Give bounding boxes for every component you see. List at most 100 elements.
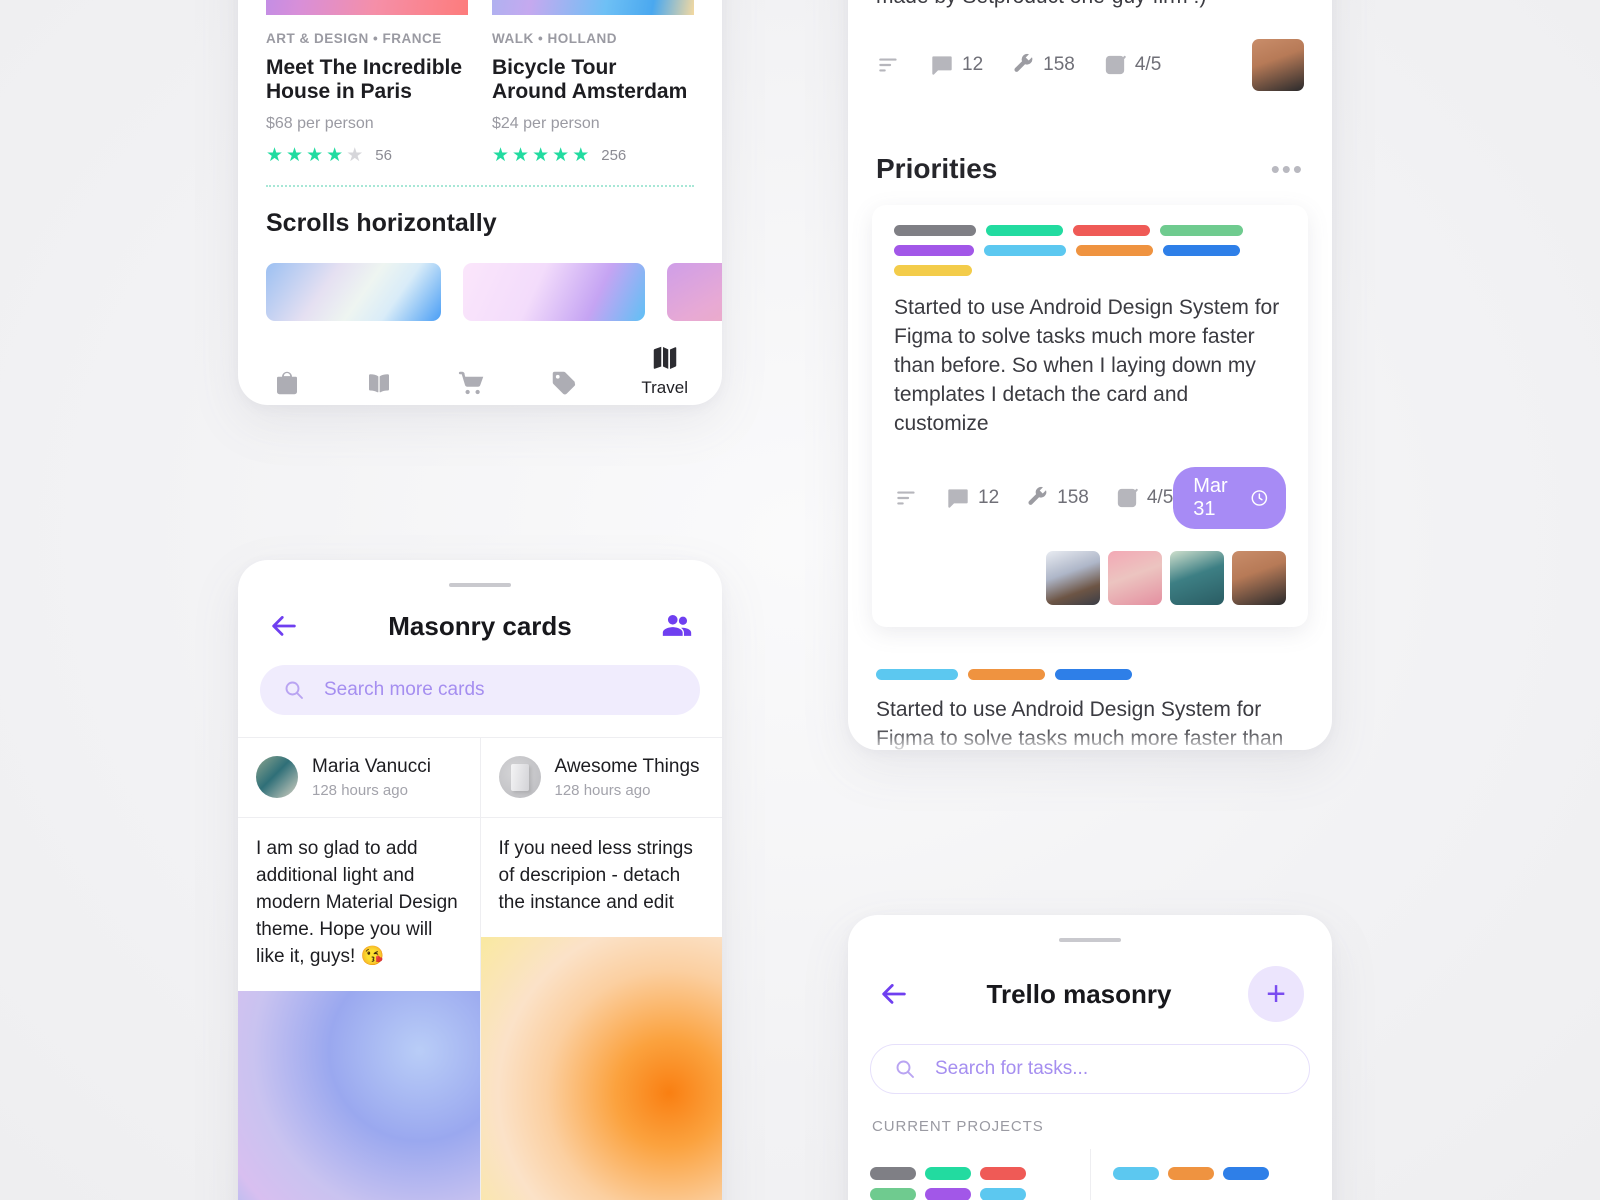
nav-item-book[interactable] bbox=[364, 368, 394, 398]
travel-card-rating: ★ ★ ★ ★ ★ 256 bbox=[492, 146, 694, 165]
masonry-card-header[interactable]: Awesome Things 128 hours ago bbox=[480, 738, 722, 818]
tag-chip bbox=[1076, 245, 1153, 256]
trello-card-tags bbox=[870, 1167, 1068, 1200]
priority-card-tags bbox=[876, 668, 1304, 680]
masonry-card-image bbox=[480, 936, 722, 1200]
tag-icon bbox=[552, 371, 576, 395]
screenshot-canvas: ART & DESIGN • FRANCE Meet The Incredibl… bbox=[0, 0, 1600, 1200]
tag-chip bbox=[1167, 1167, 1214, 1180]
tag-chip bbox=[984, 245, 1066, 256]
trello-column[interactable] bbox=[848, 1149, 1090, 1200]
travel-card-category: WALK • HOLLAND bbox=[492, 31, 617, 46]
trello-search-placeholder: Search for tasks... bbox=[935, 1058, 1089, 1079]
avatar bbox=[256, 756, 298, 799]
wrench-icon bbox=[1014, 53, 1033, 72]
tag-chip bbox=[894, 245, 974, 256]
tools-meta: 158 bbox=[1010, 52, 1075, 78]
clock-icon bbox=[1251, 490, 1268, 506]
search-icon bbox=[896, 1060, 914, 1078]
comment-icon bbox=[932, 56, 952, 75]
avatar bbox=[498, 756, 541, 799]
avatar[interactable] bbox=[1232, 550, 1286, 605]
masonry-search-placeholder: Search more cards bbox=[324, 679, 485, 700]
travel-card[interactable]: ART & DESIGN • FRANCE Meet The Incredibl… bbox=[266, 0, 468, 165]
avatar[interactable] bbox=[1046, 550, 1100, 605]
masonry-page-title: Masonry cards bbox=[388, 610, 572, 641]
scroll-thumbnail[interactable] bbox=[667, 262, 722, 321]
travel-card-title: Bicycle Tour Around Amsterdam bbox=[492, 56, 688, 103]
people-icon[interactable] bbox=[660, 609, 694, 643]
priority-card-body: Started to use Android Design System for… bbox=[894, 296, 1280, 435]
travel-card-category: ART & DESIGN • FRANCE bbox=[266, 31, 442, 46]
priorities-quote: made by Setproduct one-guy-firm :) bbox=[848, 0, 1332, 9]
tag-chip bbox=[1073, 225, 1150, 236]
masonry-card-body: If you need less strings of descripion -… bbox=[498, 837, 693, 913]
scroll-thumbnail[interactable] bbox=[463, 262, 645, 321]
trello-screen-panel: Trello masonry + Search for tasks... CUR… bbox=[848, 915, 1332, 1200]
arrow-left-icon[interactable] bbox=[876, 977, 910, 1011]
checks-count: 4/5 bbox=[1134, 54, 1162, 75]
masonry-card-author: Maria Vanucci bbox=[312, 756, 431, 777]
trello-search-bar[interactable]: Search for tasks... bbox=[870, 1044, 1310, 1094]
avatar[interactable] bbox=[1170, 550, 1224, 605]
travel-card-price: $24 per person bbox=[492, 114, 600, 132]
star-icon: ★ bbox=[552, 144, 570, 166]
due-date-badge[interactable]: Mar 31 bbox=[1173, 466, 1286, 529]
masonry-card-time: 128 hours ago bbox=[312, 781, 408, 799]
tag-chip bbox=[1222, 1167, 1269, 1180]
travel-card[interactable]: WALK • HOLLAND Bicycle Tour Around Amste… bbox=[492, 0, 694, 165]
trello-column[interactable]: You can customize each bbox=[1089, 1149, 1333, 1200]
add-task-button[interactable]: + bbox=[1248, 966, 1304, 1022]
priority-card-tags bbox=[894, 225, 1286, 276]
tag-chip bbox=[980, 1188, 1026, 1200]
tag-chip bbox=[1163, 245, 1240, 256]
priority-card[interactable]: Started to use Android Design System for… bbox=[872, 205, 1308, 627]
scroll-section-title: Scrolls horizontally bbox=[266, 208, 497, 237]
cart-icon bbox=[458, 371, 483, 394]
horizontal-scroll-strip[interactable] bbox=[238, 238, 722, 321]
tag-chip bbox=[870, 1188, 916, 1200]
scroll-thumbnail[interactable] bbox=[266, 262, 441, 321]
checks-count: 4/5 bbox=[1146, 486, 1174, 508]
bag-icon bbox=[277, 371, 297, 395]
map-icon bbox=[653, 346, 676, 369]
nav-item-tag[interactable] bbox=[549, 368, 579, 398]
masonry-card-author: Awesome Things bbox=[554, 756, 700, 777]
priority-card-partial[interactable]: Started to use Android Design System for… bbox=[848, 668, 1332, 750]
travel-card-title: Meet The Incredible House in Paris bbox=[266, 56, 463, 103]
masonry-search-bar[interactable]: Search more cards bbox=[260, 665, 700, 715]
nav-item-travel[interactable]: Travel bbox=[641, 343, 688, 398]
comments-meta: 12 bbox=[929, 52, 983, 78]
tag-chip bbox=[986, 225, 1063, 236]
travel-card-review-count: 256 bbox=[601, 146, 627, 164]
travel-bottom-nav: Travel bbox=[238, 321, 722, 398]
star-icon: ★ bbox=[572, 144, 590, 166]
nav-item-cart[interactable] bbox=[457, 368, 487, 398]
checks-meta: 4/5 bbox=[1114, 485, 1173, 511]
tag-chip bbox=[980, 1167, 1026, 1180]
nav-item-bag[interactable] bbox=[272, 368, 302, 398]
avatar[interactable] bbox=[1108, 550, 1162, 605]
masonry-grid: Maria Vanucci 128 hours ago I am so glad… bbox=[238, 737, 722, 1200]
tools-count: 158 bbox=[1043, 54, 1075, 75]
masonry-screen-panel: Masonry cards Search more cards Maria Va… bbox=[238, 560, 722, 1200]
comments-count: 12 bbox=[962, 54, 984, 75]
comments-meta: 12 bbox=[945, 485, 999, 511]
tag-chip bbox=[1112, 1167, 1159, 1180]
star-icon: ★ bbox=[492, 144, 510, 166]
current-projects-label: CURRENT PROJECTS bbox=[872, 1118, 1044, 1135]
tag-chip bbox=[1160, 225, 1243, 236]
masonry-card-header[interactable]: Maria Vanucci 128 hours ago bbox=[238, 738, 480, 818]
travel-screen-panel: ART & DESIGN • FRANCE Meet The Incredibl… bbox=[238, 0, 722, 405]
search-icon bbox=[285, 681, 303, 699]
tag-chip bbox=[925, 1167, 971, 1180]
star-icon: ★ bbox=[266, 144, 284, 166]
more-horizontal-icon[interactable]: ••• bbox=[1271, 156, 1304, 182]
checkbox-icon bbox=[1117, 488, 1138, 507]
travel-card-row: ART & DESIGN • FRANCE Meet The Incredibl… bbox=[238, 0, 722, 165]
checkbox-icon bbox=[1105, 55, 1126, 75]
comments-count: 12 bbox=[978, 486, 1000, 508]
trello-columns: You can customize each bbox=[848, 1149, 1332, 1200]
priorities-title: Priorities bbox=[876, 153, 998, 184]
arrow-left-icon[interactable] bbox=[266, 609, 300, 643]
